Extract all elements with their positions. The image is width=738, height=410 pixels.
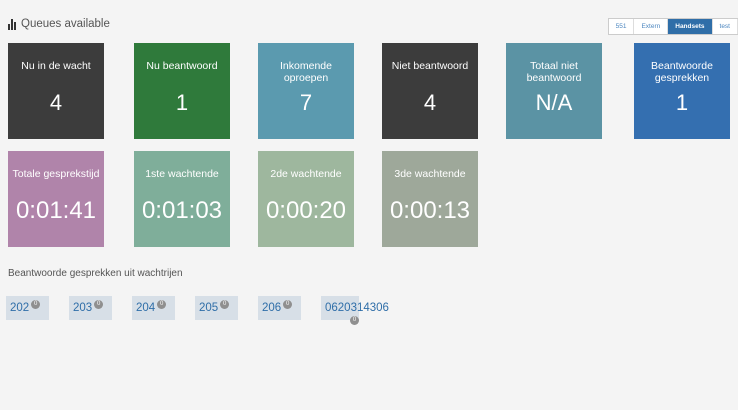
tile-second-waiting-value: 0:00:20 [265,197,347,224]
answered-section-title: Beantwoorde gesprekken uit wachtrijen [8,268,183,279]
queue-tabs: 551 Extern Handsets test [607,18,738,35]
tab-extern[interactable]: Extern [634,19,669,34]
tile-total-unanswered-label: Totaal niet beantwoord [526,60,582,84]
queue-count-badge: 0 [220,299,230,309]
queue-button-202[interactable]: 202 0 [6,296,49,320]
queue-label: 206 [262,302,282,314]
tile-waiting: Nu in de wacht 4 [8,43,104,139]
queue-label: 202 [10,302,30,314]
queue-label: 203 [73,302,93,314]
tile-answered-calls: Beantwoorde gesprekken 1 [634,43,730,139]
tile-third-waiting-label: 3de wachtende [394,168,466,180]
tile-answering-value: 1 [175,90,189,115]
queue-count-badge: 0 [94,299,104,309]
queue-count-badge: 0 [157,299,167,309]
queue-label: 0620314306 [325,302,389,314]
queue-button-204[interactable]: 204 0 [132,296,175,320]
tile-incoming-label: Inkomende oproepen [280,60,332,84]
tile-not-answered-value: 4 [423,90,437,115]
tab-test[interactable]: test [713,19,738,34]
bar-chart-icon [8,18,16,30]
tile-first-waiting: 1ste wachtende 0:01:03 [134,151,230,247]
page-title: Queues available [21,18,110,30]
page-header: Queues available [8,14,110,34]
tile-not-answered: Niet beantwoord 4 [382,43,478,139]
queue-label: 204 [136,302,156,314]
queue-count-badge: 0 [350,316,359,325]
tile-first-waiting-value: 0:01:03 [141,197,223,224]
tile-waiting-value: 4 [49,90,63,115]
tile-second-waiting: 2de wachtende 0:00:20 [258,151,354,247]
tile-total-unanswered-value: N/A [535,90,573,115]
dashboard-page: Queues available 551 Extern Handsets tes… [0,0,738,410]
queue-button-203[interactable]: 203 0 [69,296,112,320]
queue-button-0620314306[interactable]: 0620314306 0 [321,296,389,325]
tile-waiting-label: Nu in de wacht [21,60,91,72]
tile-answering: Nu beantwoord 1 [134,43,230,139]
queue-label: 205 [199,302,219,314]
queue-button-205[interactable]: 205 0 [195,296,238,320]
queue-count-badge: 0 [31,299,41,309]
tile-incoming: Inkomende oproepen 7 [258,43,354,139]
tile-total-talk-time-label: Totale gesprekstijd [12,168,100,180]
tile-incoming-value: 7 [299,90,313,115]
queue-button-206[interactable]: 206 0 [258,296,301,320]
tab-handsets[interactable]: Handsets [668,19,713,34]
tile-answered-calls-label: Beantwoorde gesprekken [651,60,713,84]
tile-third-waiting-value: 0:00:13 [389,197,471,224]
tile-second-waiting-label: 2de wachtende [270,168,342,180]
tile-total-talk-time: Totale gesprekstijd 0:01:41 [8,151,104,247]
tile-not-answered-label: Niet beantwoord [391,60,469,72]
tile-third-waiting: 3de wachtende 0:00:13 [382,151,478,247]
tile-answering-label: Nu beantwoord [146,60,218,72]
tile-total-talk-time-value: 0:01:41 [15,197,97,224]
tile-total-unanswered: Totaal niet beantwoord N/A [506,43,602,139]
tile-first-waiting-label: 1ste wachtende [145,168,219,180]
queue-count-badge: 0 [283,299,293,309]
tab-551[interactable]: 551 [609,19,635,34]
tile-answered-calls-value: 1 [675,90,689,115]
